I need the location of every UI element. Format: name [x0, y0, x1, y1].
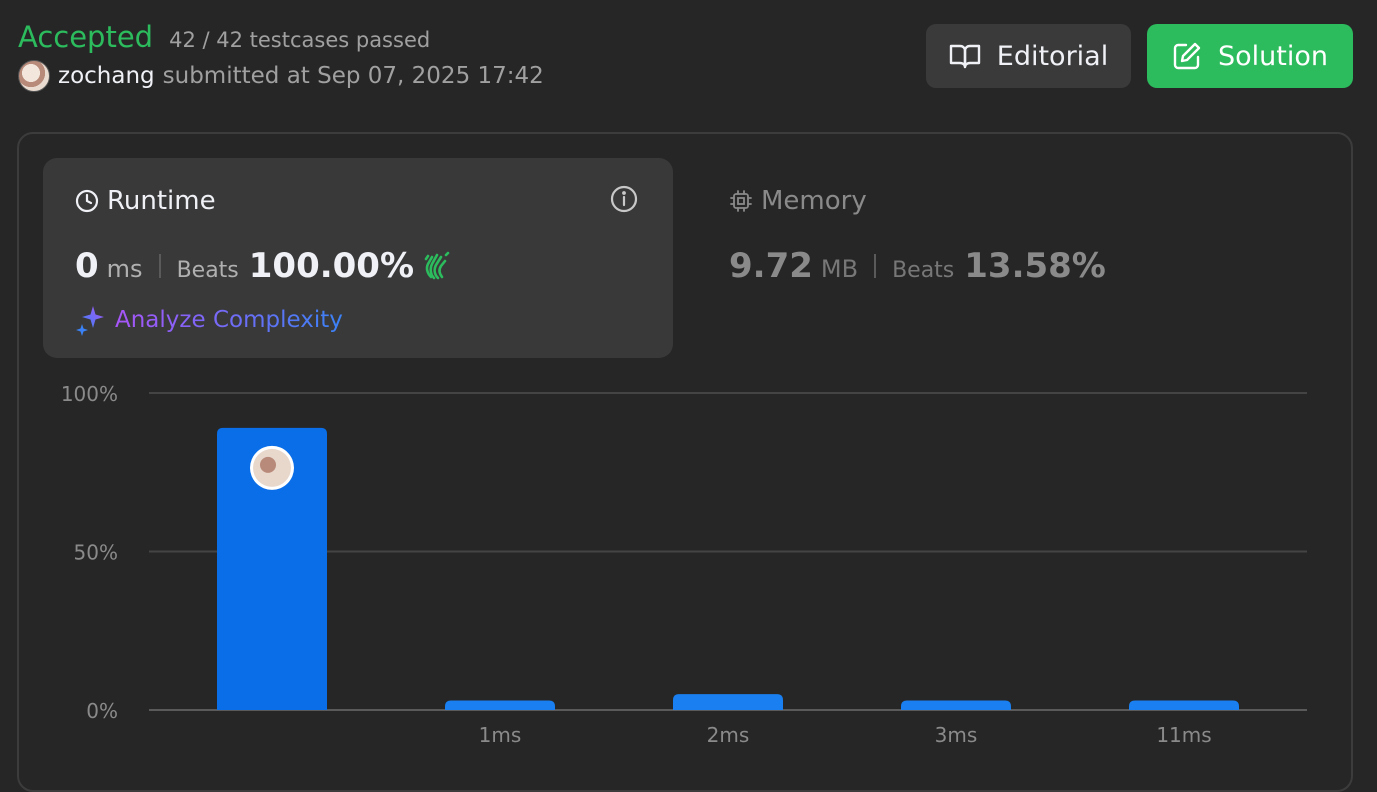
runtime-title: Runtime	[75, 186, 216, 216]
avatar[interactable]	[18, 60, 50, 92]
sparkle-icon	[76, 306, 104, 336]
editorial-button[interactable]: Editorial	[926, 24, 1131, 88]
username-link[interactable]: zochang	[58, 63, 155, 89]
memory-unit: MB	[820, 255, 859, 283]
chip-icon	[730, 190, 752, 212]
submission-header: Accepted 42 / 42 testcases passed zochan…	[18, 20, 544, 92]
divider	[874, 254, 877, 278]
status-label: Accepted	[18, 20, 154, 54]
solution-label: Solution	[1218, 40, 1328, 72]
info-icon[interactable]	[609, 184, 639, 214]
memory-title-label: Memory	[761, 186, 867, 216]
divider	[158, 254, 161, 278]
memory-value: 9.72	[729, 246, 813, 286]
edit-icon	[1173, 42, 1201, 70]
runtime-card[interactable]: Runtime 0 ms Beats 100.00% Analyze Compl…	[43, 158, 673, 358]
memory-title: Memory	[729, 186, 867, 216]
runtime-metric: 0 ms Beats 100.00%	[75, 246, 452, 286]
editorial-label: Editorial	[996, 40, 1109, 72]
solution-button[interactable]: Solution	[1147, 24, 1353, 88]
analyze-complexity-label: Analyze Complexity	[115, 307, 343, 333]
runtime-beats-label: Beats	[176, 258, 239, 283]
book-open-icon	[949, 44, 980, 69]
runtime-value: 0	[75, 246, 99, 286]
analyze-complexity-button[interactable]: Analyze Complexity	[75, 304, 343, 336]
memory-beats-label: Beats	[892, 258, 955, 283]
memory-card[interactable]: Memory 9.72 MB Beats 13.58%	[697, 158, 1297, 358]
clock-icon	[75, 189, 99, 213]
memory-beats-value: 13.58%	[964, 246, 1106, 286]
testcases-summary: 42 / 42 testcases passed	[169, 28, 431, 52]
memory-metric: 9.72 MB Beats 13.58%	[729, 246, 1106, 286]
clap-icon	[424, 251, 450, 280]
submitted-time: submitted at Sep 07, 2025 17:42	[162, 63, 544, 89]
runtime-title-label: Runtime	[107, 186, 216, 216]
runtime-unit: ms	[106, 255, 143, 283]
runtime-beats-value: 100.00%	[248, 246, 415, 286]
